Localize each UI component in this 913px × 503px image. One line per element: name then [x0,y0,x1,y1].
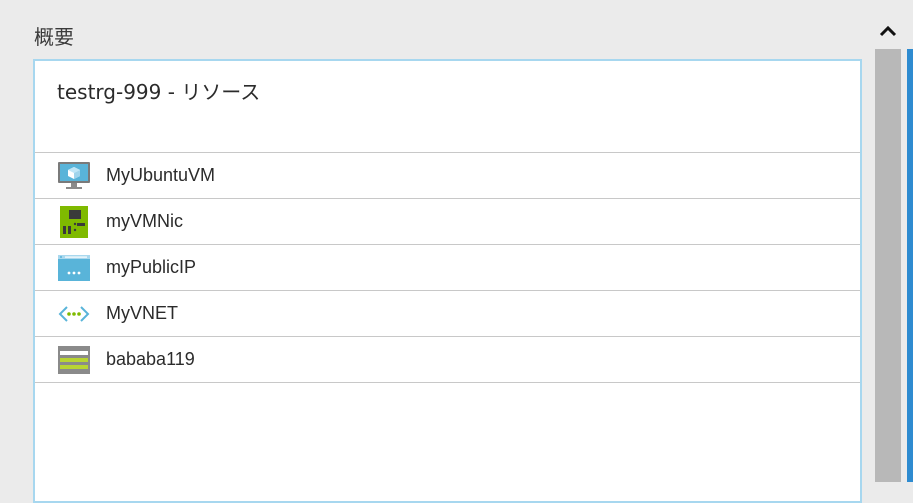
virtual-machine-icon [57,161,91,191]
scroll-up-button[interactable] [876,18,900,44]
section-title: 概要 [34,25,74,49]
resource-name: myVMNic [106,211,183,231]
resource-row-bababa119[interactable]: bababa119 [35,337,860,383]
resource-name: MyVNET [106,303,178,323]
resource-name: MyUbuntuVM [106,165,216,185]
chevron-up-icon [879,25,897,37]
resource-name: myPublicIP [106,257,197,277]
resources-tile[interactable]: testrg-999 - リソース MyUbuntuVM myVMNic myP… [33,59,862,503]
resource-row-myvmnic[interactable]: myVMNic [35,199,860,245]
accent-bar [907,49,913,482]
resource-row-mypublicip[interactable]: myPublicIP [35,245,860,291]
public-ip-icon [57,253,91,283]
network-interface-icon [57,205,91,238]
resource-name: bababa119 [106,349,195,369]
scrollbar[interactable] [875,49,901,482]
storage-account-icon [57,345,91,375]
resource-row-myubuntuvm[interactable]: MyUbuntuVM [35,153,860,199]
tile-title: testrg-999 - リソース [57,80,261,104]
virtual-network-icon [57,299,91,329]
resource-row-myvnet[interactable]: MyVNET [35,291,860,337]
resource-list: MyUbuntuVM myVMNic myPublicIP MyVNET bab… [35,152,860,383]
